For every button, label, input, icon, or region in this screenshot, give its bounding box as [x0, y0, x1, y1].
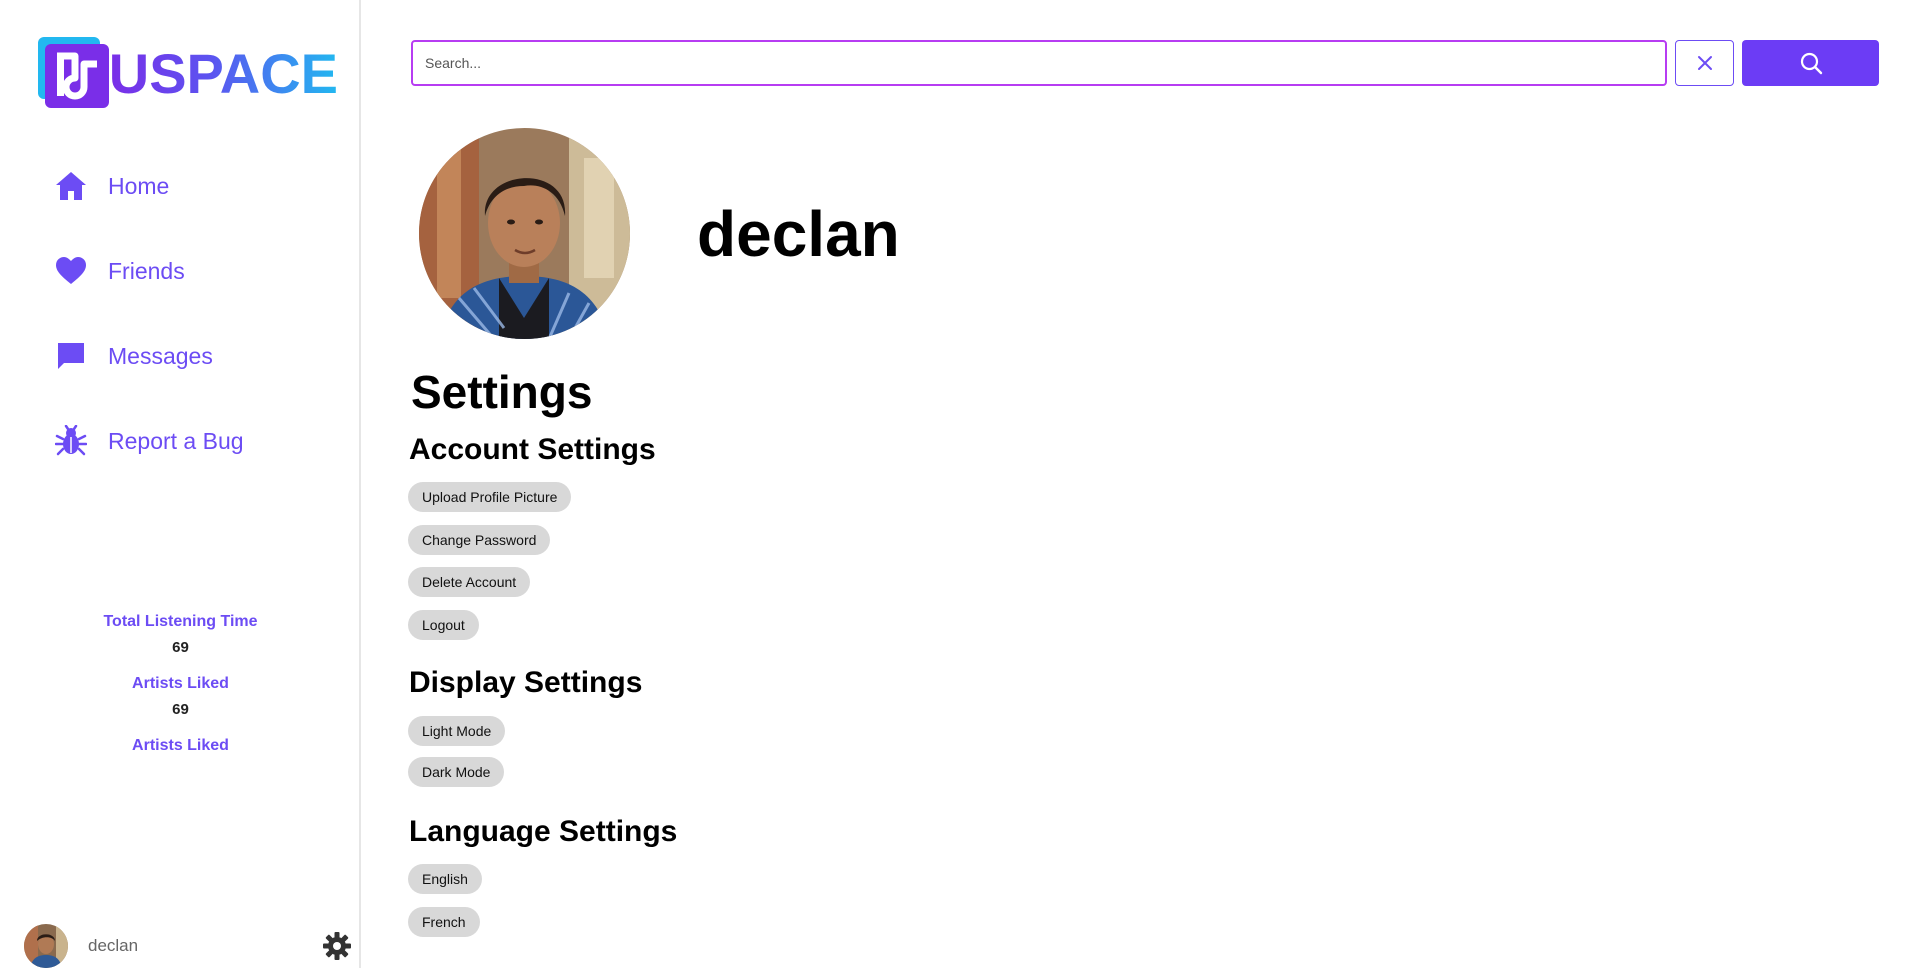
- delete-account-button[interactable]: Delete Account: [408, 567, 531, 597]
- user-name[interactable]: declan: [88, 936, 322, 956]
- user-footer: declan: [24, 924, 354, 968]
- gear-icon[interactable]: [322, 931, 352, 961]
- stat-label: Total Listening Time: [103, 613, 258, 630]
- account-settings-heading: Account Settings: [409, 433, 656, 466]
- bug-icon: [54, 424, 88, 458]
- search-button[interactable]: [1742, 40, 1879, 86]
- search-input[interactable]: [413, 42, 1665, 84]
- sidebar-item-label: Home: [108, 172, 170, 199]
- change-password-button[interactable]: Change Password: [408, 525, 551, 555]
- upload-profile-picture-button[interactable]: Upload Profile Picture: [408, 482, 572, 512]
- profile-picture[interactable]: [419, 128, 630, 339]
- sidebar-item-label: Messages: [108, 342, 213, 369]
- dark-mode-button[interactable]: Dark Mode: [408, 757, 505, 787]
- sidebar-item-home[interactable]: Home: [54, 160, 334, 212]
- english-button[interactable]: English: [408, 864, 482, 894]
- clear-search-button[interactable]: [1675, 40, 1734, 86]
- message-icon: [54, 339, 88, 373]
- display-settings-heading: Display Settings: [409, 666, 643, 699]
- sidebar-item-report-bug[interactable]: Report a Bug: [54, 415, 334, 467]
- search-bar: [411, 40, 1667, 86]
- sidebar-item-messages[interactable]: Messages: [54, 330, 334, 382]
- sidebar-item-label: Report a Bug: [108, 427, 244, 454]
- app-logo[interactable]: USPACE: [38, 34, 338, 112]
- french-button[interactable]: French: [408, 907, 480, 937]
- main-content: declan Settings Account Settings Upload …: [361, 0, 1916, 968]
- sidebar-item-friends[interactable]: Friends: [54, 245, 334, 297]
- language-settings-heading: Language Settings: [409, 815, 678, 848]
- logo-mark-icon: [38, 37, 109, 109]
- page-title: Settings: [411, 366, 593, 418]
- stat-value: 69: [172, 701, 189, 718]
- heart-icon: [54, 254, 88, 288]
- search-icon: [1800, 52, 1822, 75]
- avatar[interactable]: [24, 924, 68, 968]
- light-mode-button[interactable]: Light Mode: [408, 716, 506, 746]
- stat-label: Artists Liked: [132, 737, 229, 754]
- sidebar-nav: Home Friends Messages Report a Bug: [54, 160, 334, 500]
- profile-name: declan: [697, 198, 900, 270]
- sidebar: USPACE Home Friends Messages Report a Bu…: [0, 0, 361, 968]
- stat-value: 69: [172, 639, 189, 656]
- logout-button[interactable]: Logout: [408, 610, 479, 640]
- close-icon: [1697, 56, 1712, 70]
- home-icon: [54, 169, 88, 203]
- stat-label: Artists Liked: [132, 675, 229, 692]
- logo-text: USPACE: [108, 41, 338, 105]
- listening-stats: Total Listening Time 69 Artists Liked 69…: [0, 610, 361, 758]
- sidebar-item-label: Friends: [108, 257, 185, 284]
